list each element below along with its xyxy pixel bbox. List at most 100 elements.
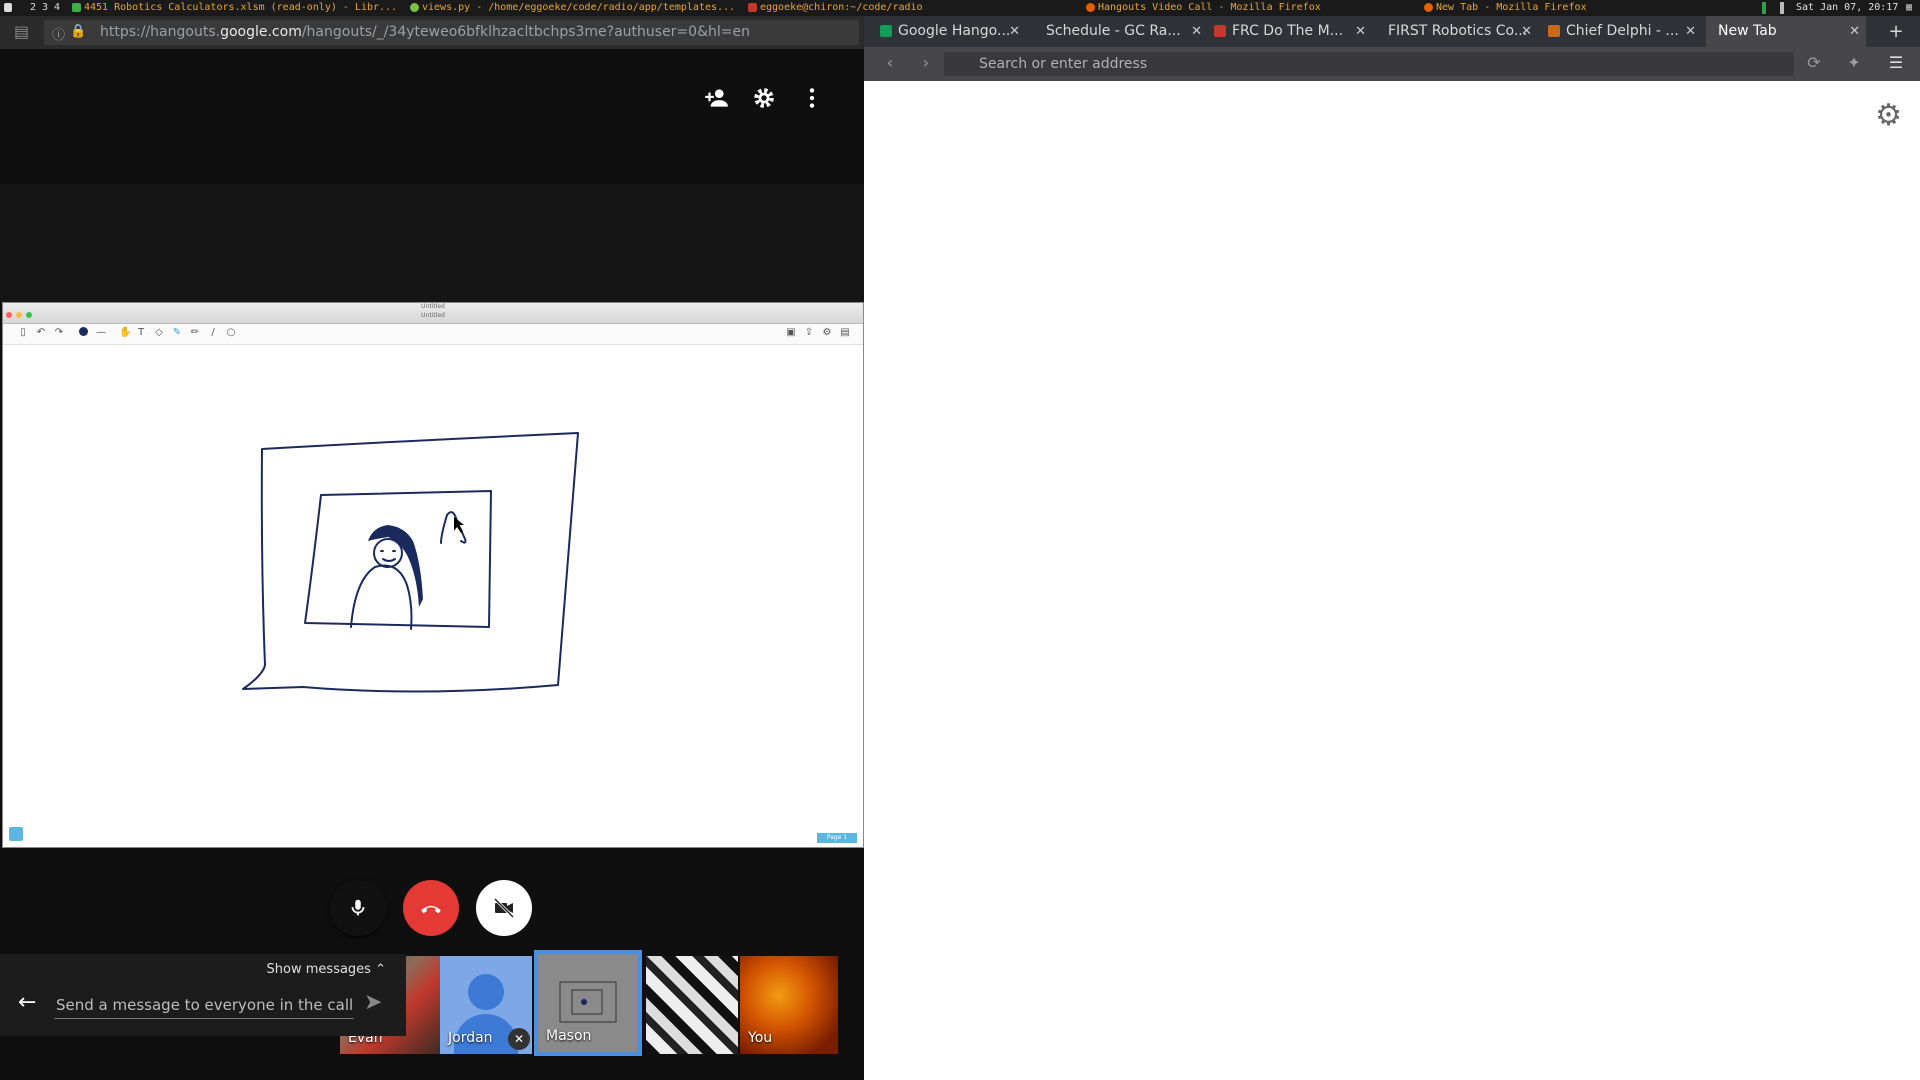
briefcase-icon[interactable]: ▤: [14, 22, 29, 41]
tab-google-hangouts[interactable]: Google Hango... ✕: [864, 16, 1026, 47]
task-newtab[interactable]: New Tab - Mozilla Firefox: [1424, 0, 1587, 16]
participant-tile-mason[interactable]: Mason: [534, 950, 642, 1056]
figure-body: [350, 564, 413, 630]
close-tab-icon[interactable]: ✕: [1191, 16, 1202, 47]
editor-icon: [410, 2, 419, 12]
eraser-icon: ◇: [155, 327, 163, 338]
figure-head: [373, 538, 403, 568]
task-libreoffice[interactable]: 4451 Robotics Calculators.xlsm (read-onl…: [72, 0, 397, 16]
line-width-icon: —: [96, 327, 106, 338]
drawing-toolbar: ▯ ↶ ↷ — ✋ T ◇ ✎ ✏ / ○ ▣ ⇪ ⚙ ▤: [3, 324, 863, 345]
redo-icon: ↷: [54, 327, 64, 338]
shared-title-line1: Untitled: [421, 303, 445, 310]
hang-up-button[interactable]: [403, 880, 459, 936]
participant-name: You: [748, 1030, 773, 1046]
inner-frame: [304, 490, 492, 628]
text-icon: T: [137, 327, 145, 338]
pencil-icon: ✏: [190, 327, 200, 338]
trash-icon: ▯: [20, 327, 26, 338]
hamburger-menu-icon[interactable]: ☰: [1884, 53, 1908, 72]
color-dot-icon: [77, 327, 89, 339]
chevron-up-icon: ⌃: [375, 962, 386, 977]
avatar-head: [468, 974, 504, 1010]
tab-schedule[interactable]: Schedule - GC Ra... ✕: [1046, 16, 1208, 47]
brush-icon: /: [211, 327, 215, 338]
participant-tile-jordan[interactable]: Jordan ✕: [440, 956, 532, 1054]
mic-icon: [351, 899, 365, 916]
firefox-icon: [1424, 2, 1433, 12]
add-person-icon[interactable]: [700, 85, 732, 117]
settings-gear-icon[interactable]: [748, 85, 780, 117]
phone-hangup-icon: [421, 905, 441, 914]
new-tab-button[interactable]: +: [1876, 16, 1916, 47]
corner-tool-button: [9, 827, 23, 841]
close-tab-icon[interactable]: ✕: [1521, 16, 1532, 47]
workspace-4[interactable]: 4: [54, 0, 60, 16]
lock-icon: 🔒: [70, 24, 87, 39]
firefox-icon: [1086, 2, 1095, 12]
pages-icon: ▤: [840, 327, 850, 338]
new-tab-settings-icon[interactable]: ⚙: [1875, 98, 1902, 133]
extension-icon[interactable]: ✦: [1842, 53, 1866, 72]
gmail-favicon: [1214, 25, 1226, 37]
tab-new-tab[interactable]: New Tab ✕: [1706, 16, 1866, 47]
clock: Sat Jan 07, 20:17: [1796, 2, 1899, 13]
reload-icon[interactable]: ⟳: [1802, 53, 1826, 72]
chat-message-input[interactable]: [54, 992, 354, 1019]
back-icon[interactable]: ‹: [878, 53, 902, 72]
camera-toggle-button[interactable]: [476, 880, 532, 936]
participant-tile-zebra[interactable]: [646, 956, 738, 1054]
close-tab-icon[interactable]: ✕: [1849, 16, 1860, 47]
tray-icon[interactable]: ▦: [1906, 0, 1912, 16]
participant-tile-you[interactable]: You: [740, 956, 838, 1054]
participant-name: Mason: [546, 1028, 592, 1044]
video-band: [0, 184, 864, 302]
camera-off-icon: [493, 897, 515, 919]
shared-titlebar: Untitled Untitled: [3, 303, 863, 324]
share-out-icon: ⇪: [804, 327, 814, 338]
info-icon[interactable]: ⓘ: [52, 24, 65, 43]
menu-icon[interactable]: [4, 0, 15, 16]
close-tab-icon[interactable]: ✕: [1355, 16, 1366, 47]
mic-button[interactable]: [330, 880, 386, 936]
tab-first-robotics[interactable]: FIRST Robotics Co... ✕: [1376, 16, 1538, 47]
more-vert-icon[interactable]: [796, 85, 828, 117]
chat-panel: Show messages ⌃ ← ➤: [0, 954, 406, 1036]
mouse-cursor: [454, 517, 464, 533]
whiteboard-drawing: [242, 432, 579, 693]
hangouts-url: https://hangouts.google.com/hangouts/_/3…: [100, 24, 750, 40]
window-manager-bar: 2 3 4 4451 Robotics Calculators.xlsm (re…: [0, 0, 1920, 16]
battery-icon: [1762, 2, 1766, 14]
close-tab-icon[interactable]: ✕: [1685, 16, 1696, 47]
image-icon: ▣: [786, 327, 796, 338]
shared-screen: Untitled Untitled ▯ ↶ ↷ — ✋ T ◇ ✎ ✏ / ○ …: [2, 302, 864, 848]
workspace-3[interactable]: 3: [42, 0, 48, 16]
hangouts-favicon: [880, 25, 892, 37]
nav-bar: ‹ › ⓘ ⟳ ✦ ☰: [864, 47, 1920, 81]
hand-icon: ✋: [119, 327, 132, 338]
shared-title-line2: Untitled: [421, 312, 445, 319]
close-tab-icon[interactable]: ✕: [1009, 16, 1020, 47]
chief-delphi-favicon: [1548, 25, 1560, 37]
show-messages-button[interactable]: Show messages ⌃: [267, 962, 386, 977]
mic-muted-icon: ✕: [508, 1028, 530, 1050]
participant-name: Jordan: [448, 1030, 493, 1046]
task-terminal[interactable]: eggoeke@chiron:~/code/radio: [748, 0, 923, 16]
send-icon[interactable]: ➤: [364, 990, 382, 1015]
settings-small-icon: ⚙: [822, 327, 832, 338]
tab-chief-delphi[interactable]: Chief Delphi - ... ✕: [1540, 16, 1702, 47]
circle-tool-icon: ○: [226, 327, 236, 338]
task-editor[interactable]: views.py - /home/eggoeke/code/radio/app/…: [410, 0, 735, 16]
spreadsheet-icon: [72, 2, 81, 12]
back-arrow-icon[interactable]: ←: [18, 990, 36, 1015]
firefox-window: Google Hango... ✕ Schedule - GC Ra... ✕ FR…: [864, 16, 1920, 1080]
network-icon: [1780, 2, 1784, 14]
address-input[interactable]: [944, 52, 1794, 76]
workspace-2[interactable]: 2: [30, 0, 36, 16]
page-indicator: Page 1: [817, 833, 857, 843]
task-hangouts[interactable]: Hangouts Video Call - Mozilla Firefox: [1086, 0, 1321, 16]
tab-frc[interactable]: FRC Do The M... ✕: [1210, 16, 1372, 47]
undo-icon: ↶: [36, 327, 46, 338]
tab-bar: Google Hango... ✕ Schedule - GC Ra... ✕ FR…: [864, 16, 1920, 47]
forward-icon[interactable]: ›: [914, 53, 938, 72]
